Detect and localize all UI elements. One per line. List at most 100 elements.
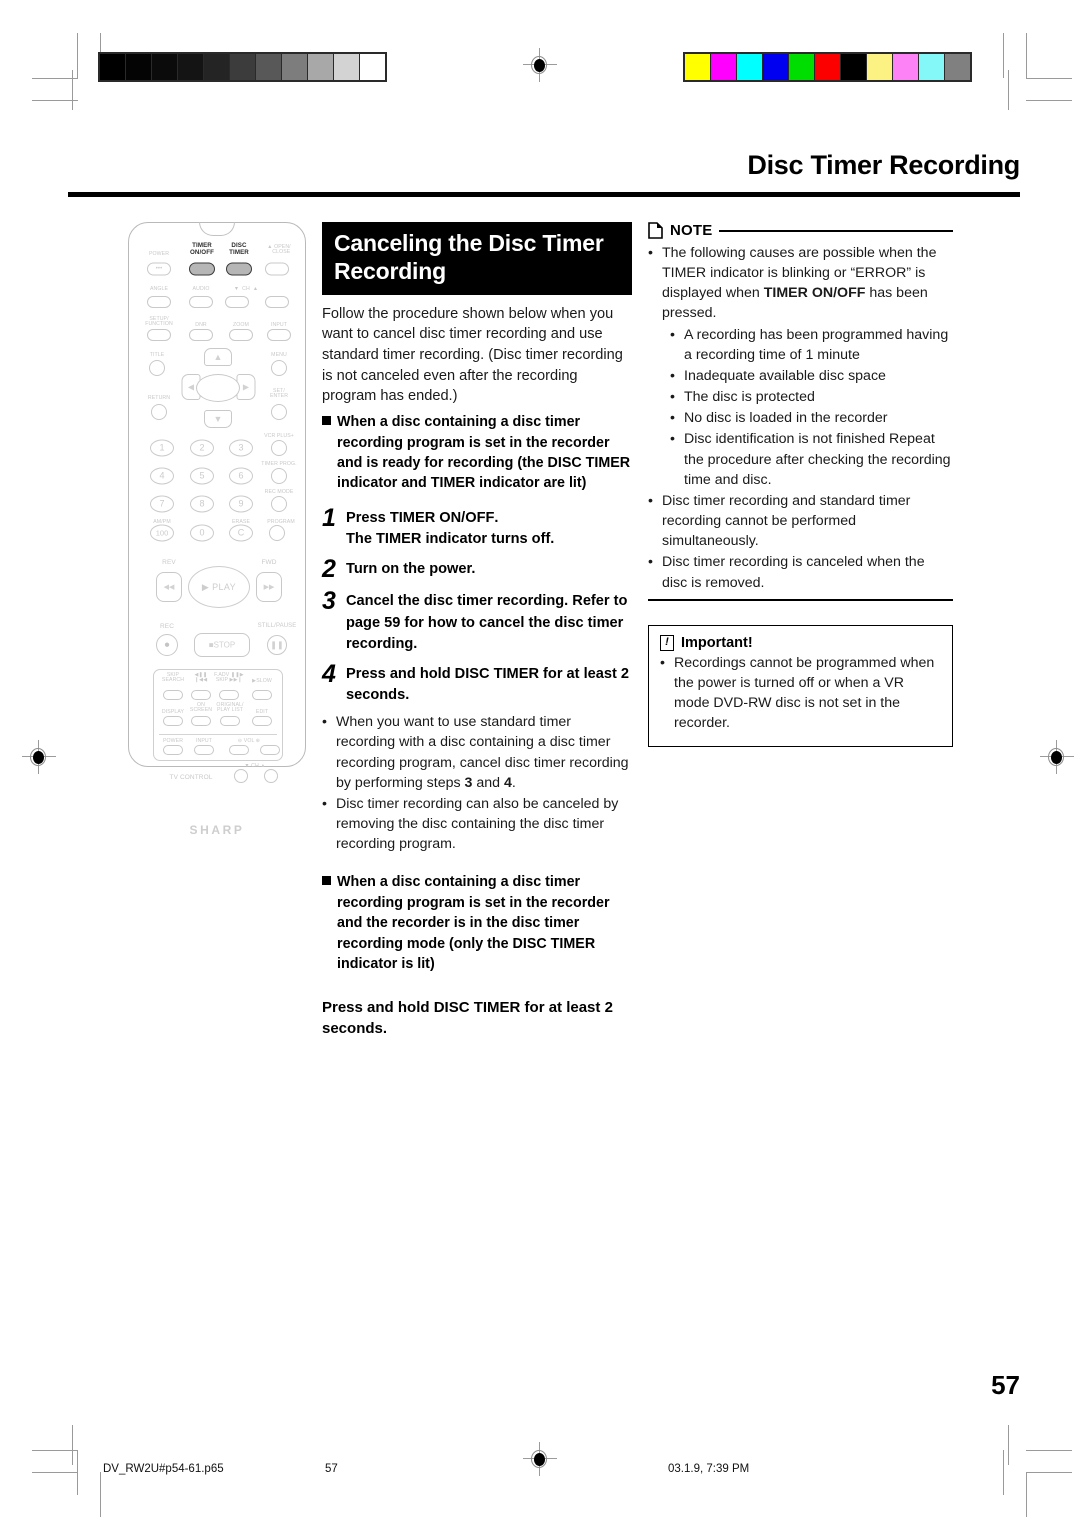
color-swatch-magenta: [711, 54, 736, 80]
remote-button-tv-ch-down[interactable]: [234, 769, 248, 783]
remote-button-play[interactable]: ▶ PLAY: [188, 566, 250, 608]
color-swatch-light-cyan: [919, 54, 944, 80]
remote-label-menu: MENU: [271, 352, 287, 358]
remote-button-display[interactable]: [163, 716, 183, 726]
closing-instruction: Press and hold DISC TIMER for at least 2…: [322, 998, 613, 1038]
step-text: Cancel the disc timer recording. Refer t…: [346, 593, 628, 652]
subheading-1: When a disc containing a disc timer reco…: [322, 412, 632, 494]
remote-label-input: INPUT: [270, 322, 288, 328]
remote-button-timer-onoff[interactable]: [189, 262, 215, 276]
grayscale-swatch: [230, 54, 255, 80]
remote-button-num-2[interactable]: 2: [190, 439, 214, 457]
trim-line-left-bottom: [72, 1425, 73, 1465]
remote-button-num-4[interactable]: 4: [150, 467, 174, 485]
remote-button-original-playlist[interactable]: [220, 716, 240, 726]
remote-button-set-enter[interactable]: [271, 404, 287, 420]
remote-dpad-up-arrow-icon: ▲: [213, 352, 223, 362]
remote-button-skip-back[interactable]: [191, 690, 211, 700]
crop-mark-top-left-vertical: [77, 33, 78, 78]
remote-button-disc-timer[interactable]: [226, 262, 252, 276]
remote-button-program[interactable]: [269, 525, 285, 541]
procedure-step-1: 1 Press TIMER ON/OFF. The TIMER indicato…: [322, 505, 632, 550]
remote-label-on-screen: ON SCREEN: [189, 702, 213, 714]
remote-button-tv-ch-up[interactable]: [264, 769, 278, 783]
crop-mark-top-right-horizontal: [1026, 78, 1072, 79]
page-number: 57: [991, 1370, 1020, 1400]
remote-label-display: DISPLAY: [161, 709, 185, 715]
remote-button-num-0[interactable]: 0: [190, 524, 214, 542]
remote-button-skip-search[interactable]: [163, 690, 183, 700]
header-rule: [68, 192, 1020, 197]
remote-button-ch-up[interactable]: [265, 296, 289, 308]
remote-pause-icon: ❚❚: [270, 640, 284, 650]
remote-button-vol-down[interactable]: [229, 745, 249, 755]
color-swatch-yellow: [685, 54, 710, 80]
crop-mark-bottom-left-outer: [100, 1472, 101, 1517]
remote-button-rec-mode[interactable]: [271, 496, 287, 512]
procedure-step-2: 2 Turn on the power.: [322, 555, 632, 584]
registration-mark-left: [22, 740, 56, 774]
remote-button-vcr-plus[interactable]: [271, 440, 287, 456]
remote-button-zoom[interactable]: [229, 329, 253, 341]
remote-button-num-6[interactable]: 6: [229, 467, 253, 485]
grayscale-swatch: [178, 54, 203, 80]
page-title: Disc Timer Recording: [747, 150, 1020, 180]
remote-button-setup-function[interactable]: [147, 329, 171, 341]
important-header: ! Important!: [660, 634, 941, 651]
remote-button-num-8[interactable]: 8: [190, 495, 214, 513]
remote-button-return[interactable]: [151, 404, 167, 420]
step-text: Press TIMER ON/OFF. The TIMER indicator …: [346, 509, 555, 548]
remote-button-num-7[interactable]: 7: [150, 495, 174, 513]
grayscale-calibration-strip: [98, 52, 387, 82]
remote-button-num-5[interactable]: 5: [190, 467, 214, 485]
remote-button-tv-input[interactable]: [194, 745, 214, 755]
remote-control-illustration: POWER ••• TIMER ON/OFF DISC TIMER ▲ OPEN/ …: [128, 222, 306, 837]
remote-button-audio[interactable]: [189, 296, 213, 308]
document-icon: [648, 222, 663, 239]
remote-button-tv-power[interactable]: [163, 745, 183, 755]
remote-button-num-9[interactable]: 9: [229, 495, 253, 513]
footer-filename: DV_RW2U#p54-61.p65: [103, 1463, 224, 1475]
remote-label-title: TITLE: [149, 352, 165, 358]
note-column: NOTE The following causes are possible w…: [648, 222, 953, 748]
list-item: Disc timer recording and standard timer …: [648, 491, 953, 551]
remote-label-tv-input: INPUT: [195, 738, 213, 744]
remote-button-vol-up[interactable]: [260, 745, 280, 755]
list-item: Disc timer recording can also be cancele…: [322, 794, 632, 854]
trim-line-left: [72, 70, 73, 110]
remote-button-timer-prog[interactable]: [271, 468, 287, 484]
step-text: Turn on the power.: [346, 561, 476, 578]
procedure-step-3: 3 Cancel the disc timer recording. Refer…: [322, 588, 632, 654]
remote-button-open-close[interactable]: [265, 262, 289, 276]
remote-button-input[interactable]: [267, 329, 291, 341]
remote-button-slow[interactable]: [252, 690, 272, 700]
step-number: 2: [322, 555, 336, 584]
remote-label-open-close: ▲ OPEN/ CLOSE: [267, 244, 291, 256]
remote-dpad-center[interactable]: [196, 374, 240, 402]
remote-button-f-adv-skip[interactable]: [219, 690, 239, 700]
remote-rev-icon: ◀◀: [163, 584, 175, 591]
list-item: Disc identification is not finished Repe…: [670, 429, 953, 489]
remote-button-edit[interactable]: [252, 716, 272, 726]
remote-button-num-100[interactable]: 100: [150, 524, 174, 542]
remote-button-angle[interactable]: [147, 296, 171, 308]
remote-button-num-3[interactable]: 3: [229, 439, 253, 457]
remote-label-slow: ▶SLOW: [252, 678, 272, 684]
remote-label-rec-mode: REC MODE: [264, 489, 294, 495]
remote-button-ch-down[interactable]: [225, 296, 249, 308]
step-number: 3: [322, 587, 336, 616]
crop-mark-top-right-outer-h: [1026, 100, 1072, 101]
remote-button-title[interactable]: [149, 360, 165, 376]
list-item: The disc is protected: [670, 387, 953, 407]
remote-button-num-1[interactable]: 1: [150, 439, 174, 457]
procedure-step-4: 4 Press and hold DISC TIMER for at least…: [322, 661, 632, 706]
remote-button-dnr[interactable]: [189, 329, 213, 341]
remote-button-clear[interactable]: C: [229, 524, 253, 542]
remote-label-skip-back: ◀❚❚ ❙◀◀: [194, 672, 208, 684]
remote-label-dnr: DNR: [195, 322, 207, 328]
remote-label-tv-power: POWER: [162, 738, 184, 744]
remote-button-on-screen[interactable]: [191, 716, 211, 726]
grayscale-swatch: [308, 54, 333, 80]
remote-button-menu[interactable]: [271, 360, 287, 376]
section-heading: Canceling the Disc Timer Recording: [322, 222, 632, 295]
